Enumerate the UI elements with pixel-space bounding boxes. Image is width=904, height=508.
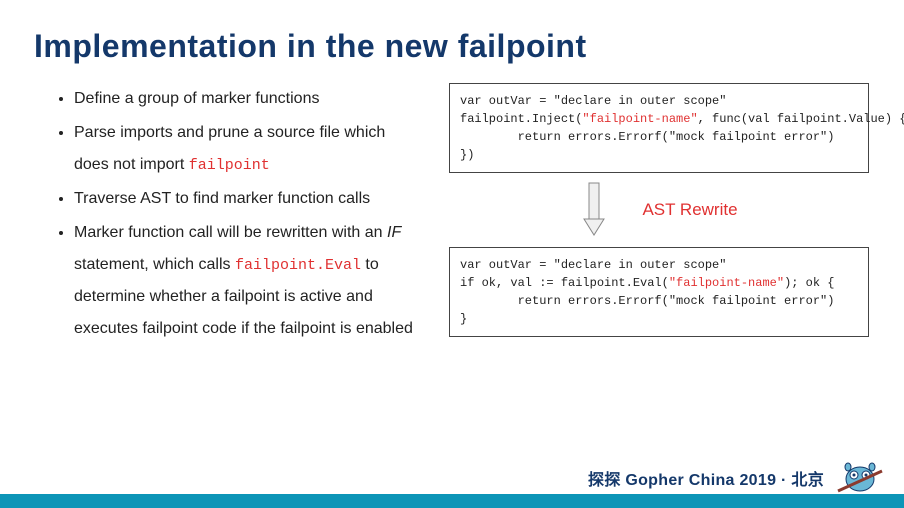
content-row: Define a group of marker functions Parse… xyxy=(0,65,904,508)
left-column: Define a group of marker functions Parse… xyxy=(54,83,420,508)
c2-l2c: ); ok { xyxy=(784,276,834,290)
down-arrow-icon xyxy=(580,181,608,239)
code-after: var outVar = "declare in outer scope" if… xyxy=(449,247,869,337)
slide: Implementation in the new failpoint Defi… xyxy=(0,0,904,508)
bullet-2-code: failpoint xyxy=(189,157,270,174)
bullet-list: Define a group of marker functions Parse… xyxy=(54,83,420,345)
c1-l2a: failpoint.Inject( xyxy=(460,112,582,126)
footer-text: 探探 Gopher China 2019 · 北京 xyxy=(588,466,824,490)
c1-l4: }) xyxy=(460,148,474,162)
c1-l2c: , func(val failpoint.Value) { xyxy=(698,112,904,126)
bullet-4-code: failpoint.Eval xyxy=(235,257,361,274)
c2-l4: } xyxy=(460,312,467,326)
c2-l2a: if ok, val := failpoint.Eval( xyxy=(460,276,669,290)
c1-l3: return errors.Errorf("mock failpoint err… xyxy=(460,130,834,144)
bullet-1-text: Define a group of marker functions xyxy=(74,90,319,107)
bullet-3-text: Traverse AST to find marker function cal… xyxy=(74,190,370,207)
footer-bar xyxy=(0,494,904,508)
slide-title: Implementation in the new failpoint xyxy=(0,0,904,65)
bullet-4-if: IF xyxy=(387,224,401,241)
bullet-1: Define a group of marker functions xyxy=(74,83,420,115)
code-before: var outVar = "declare in outer scope" fa… xyxy=(449,83,869,173)
c1-l1: var outVar = "declare in outer scope" xyxy=(460,94,726,108)
arrow-label: AST Rewrite xyxy=(642,200,737,220)
right-column: var outVar = "declare in outer scope" fa… xyxy=(444,83,874,508)
bullet-2: Parse imports and prune a source file wh… xyxy=(74,117,420,181)
bullet-4: Marker function call will be rewritten w… xyxy=(74,217,420,345)
c1-l2b: "failpoint-name" xyxy=(582,112,697,126)
arrow-row: AST Rewrite xyxy=(444,181,874,239)
c2-l3: return errors.Errorf("mock failpoint err… xyxy=(460,294,834,308)
c2-l2b: "failpoint-name" xyxy=(669,276,784,290)
bullet-3: Traverse AST to find marker function cal… xyxy=(74,183,420,215)
bullet-4-b: statement, which calls xyxy=(74,256,235,273)
bullet-4-a: Marker function call will be rewritten w… xyxy=(74,224,387,241)
footer: 探探 Gopher China 2019 · 北京 xyxy=(0,460,904,508)
c2-l1: var outVar = "declare in outer scope" xyxy=(460,258,726,272)
